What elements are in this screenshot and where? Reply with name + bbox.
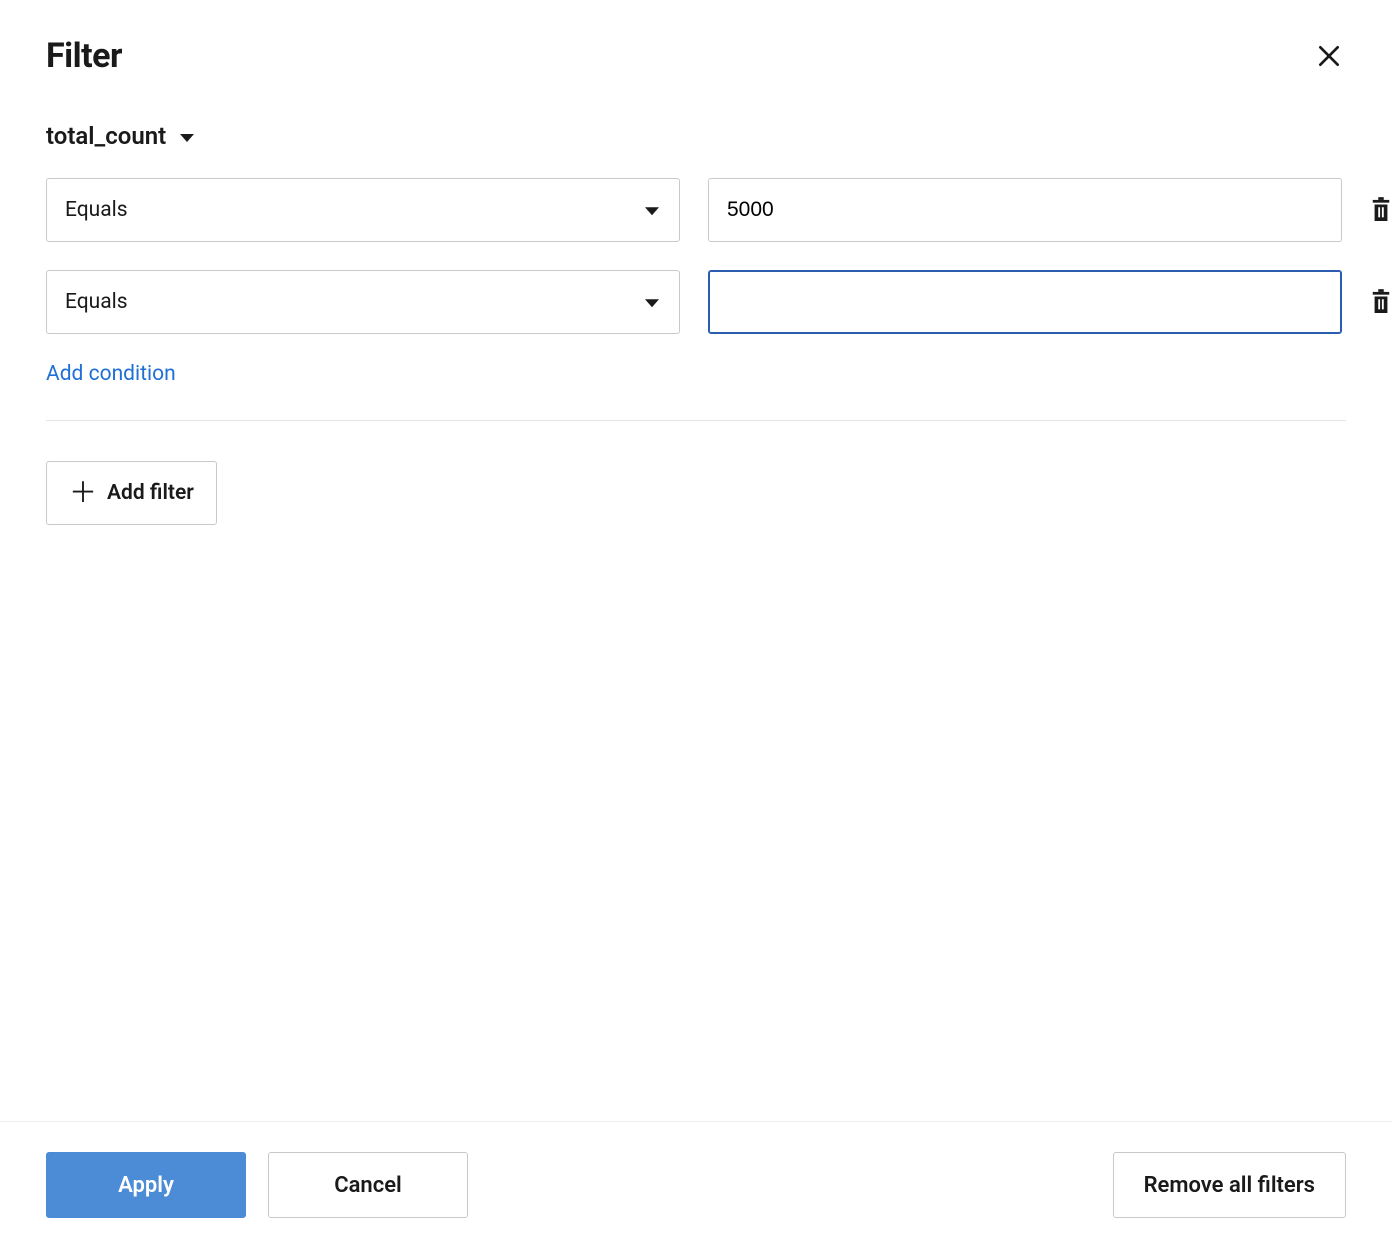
close-button[interactable] bbox=[1312, 39, 1346, 73]
filter-dialog: Filter total_count Equals Equals Add cond… bbox=[0, 0, 1392, 1258]
cancel-button[interactable]: Cancel bbox=[268, 1152, 468, 1218]
remove-all-filters-button[interactable]: Remove all filters bbox=[1113, 1152, 1346, 1218]
operator-label: Equals bbox=[65, 198, 128, 222]
apply-button[interactable]: Apply bbox=[46, 1152, 246, 1218]
trash-icon bbox=[1370, 289, 1392, 315]
caret-down-icon bbox=[645, 207, 659, 215]
add-filter-button[interactable]: ＋ Add filter bbox=[46, 461, 217, 525]
dialog-header: Filter bbox=[46, 36, 1346, 76]
filter-field-dropdown[interactable]: total_count bbox=[46, 122, 194, 150]
operator-dropdown[interactable]: Equals bbox=[46, 178, 680, 242]
value-input[interactable] bbox=[708, 270, 1342, 334]
close-icon bbox=[1316, 43, 1342, 69]
filter-field-label: total_count bbox=[46, 122, 166, 150]
add-filter-label: Add filter bbox=[107, 481, 194, 505]
dialog-body: Filter total_count Equals Equals Add cond… bbox=[0, 0, 1392, 1121]
dialog-title: Filter bbox=[46, 36, 122, 76]
caret-down-icon bbox=[180, 134, 194, 142]
caret-down-icon bbox=[645, 299, 659, 307]
delete-condition-button[interactable] bbox=[1370, 194, 1392, 226]
divider bbox=[46, 420, 1346, 421]
delete-condition-button[interactable] bbox=[1370, 286, 1392, 318]
value-input[interactable] bbox=[708, 178, 1342, 242]
condition-row: Equals bbox=[46, 270, 1346, 334]
conditions-list: Equals Equals bbox=[46, 178, 1346, 334]
plus-icon: ＋ bbox=[69, 479, 97, 507]
trash-icon bbox=[1370, 197, 1392, 223]
operator-dropdown[interactable]: Equals bbox=[46, 270, 680, 334]
add-condition-link[interactable]: Add condition bbox=[46, 362, 176, 386]
operator-label: Equals bbox=[65, 290, 128, 314]
condition-row: Equals bbox=[46, 178, 1346, 242]
dialog-footer: Apply Cancel Remove all filters bbox=[0, 1121, 1392, 1258]
